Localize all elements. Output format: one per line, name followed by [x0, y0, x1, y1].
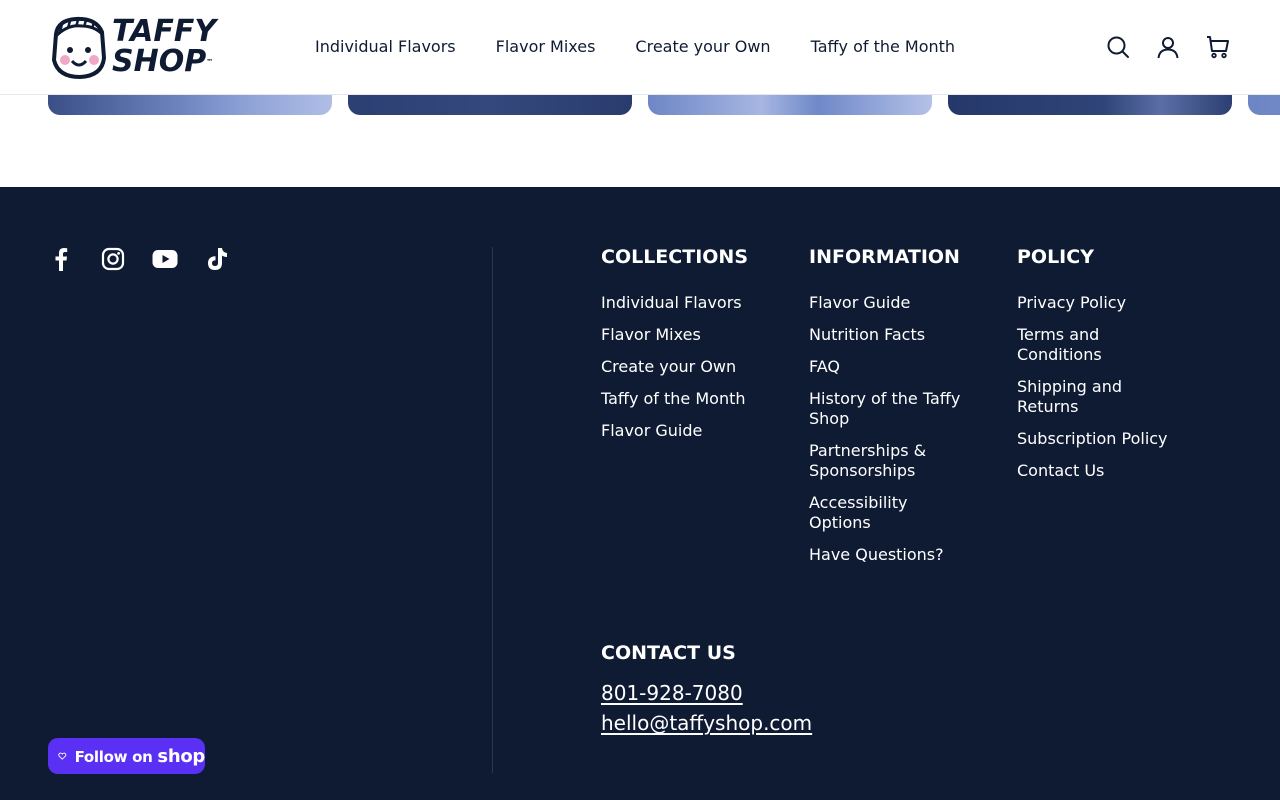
facebook-icon[interactable]	[48, 246, 74, 272]
footer-link-partnerships[interactable]: Partnerships & Sponsorships	[809, 441, 969, 481]
information-heading: INFORMATION	[809, 246, 960, 268]
footer-link-history[interactable]: History of the Taffy Shop	[809, 389, 969, 429]
footer-link-privacy-policy[interactable]: Privacy Policy	[1017, 293, 1177, 313]
footer-link-faq[interactable]: FAQ	[809, 357, 969, 377]
carousel-card[interactable]	[648, 95, 932, 115]
carousel-card[interactable]	[348, 95, 632, 115]
nav-taffy-of-the-month[interactable]: Taffy of the Month	[811, 36, 956, 58]
footer-link-have-questions[interactable]: Have Questions?	[809, 545, 969, 565]
footer-link-terms[interactable]: Terms and Conditions	[1017, 325, 1177, 365]
carousel-card[interactable]	[48, 95, 332, 115]
logo-line2: SHOP	[112, 44, 207, 79]
follow-label: Follow on shop	[74, 745, 206, 767]
footer-link-subscription-policy[interactable]: Subscription Policy	[1017, 429, 1177, 449]
footer-link-flavor-guide[interactable]: Flavor Guide	[601, 421, 761, 441]
youtube-icon[interactable]	[152, 246, 178, 272]
logo-trademark: ™	[206, 58, 214, 66]
cart-icon[interactable]	[1204, 33, 1232, 61]
taffy-shop-logo[interactable]: TAFFY SHOP™	[48, 14, 230, 80]
instagram-icon[interactable]	[100, 246, 126, 272]
footer-link-taffy-of-the-month[interactable]: Taffy of the Month	[601, 389, 761, 409]
footer-link-flavor-mixes[interactable]: Flavor Mixes	[601, 325, 761, 345]
account-icon[interactable]	[1154, 33, 1182, 61]
heart-icon	[58, 752, 67, 760]
footer-link-create-your-own[interactable]: Create your Own	[601, 357, 761, 377]
footer-link-accessibility[interactable]: Accessibility Options	[809, 493, 969, 533]
footer-link-contact-us[interactable]: Contact Us	[1017, 461, 1177, 481]
carousel-card[interactable]	[948, 95, 1232, 115]
logo-wordmark: TAFFY SHOP™	[112, 17, 216, 77]
product-carousel	[0, 95, 1280, 115]
nav-create-your-own[interactable]: Create your Own	[635, 36, 770, 58]
nav-flavor-mixes[interactable]: Flavor Mixes	[496, 36, 596, 58]
contact-phone-link[interactable]: 801-928-7080	[601, 679, 812, 707]
taffy-mascot-icon	[51, 16, 107, 80]
footer-divider	[492, 247, 493, 773]
carousel-card[interactable]	[1248, 95, 1280, 115]
follow-on-shop-button[interactable]: Follow on shop	[48, 738, 205, 774]
contact-heading: CONTACT US	[601, 642, 736, 664]
header-actions	[1082, 33, 1232, 61]
main-nav: Individual Flavors Flavor Mixes Create y…	[315, 36, 995, 58]
tiktok-icon[interactable]	[204, 246, 230, 272]
footer-link-shipping-returns[interactable]: Shipping and Returns	[1017, 377, 1177, 417]
policy-heading: POLICY	[1017, 246, 1094, 268]
site-header: TAFFY SHOP™ Individual Flavors Flavor Mi…	[0, 0, 1280, 95]
logo-line1: TAFFY	[112, 14, 217, 49]
search-icon[interactable]	[1104, 33, 1132, 61]
footer-link-individual-flavors[interactable]: Individual Flavors	[601, 293, 761, 313]
follow-label-prefix: Follow on	[74, 747, 158, 766]
social-links	[48, 246, 256, 272]
follow-label-brand: shop	[157, 745, 205, 767]
footer-policy: POLICY Privacy Policy Terms and Conditio…	[1017, 245, 1197, 493]
collections-heading: COLLECTIONS	[601, 246, 748, 268]
footer-contact: CONTACT US 801-928-7080 hello@taffyshop.…	[601, 641, 812, 739]
nav-individual-flavors[interactable]: Individual Flavors	[315, 36, 456, 58]
footer-link-nutrition-facts[interactable]: Nutrition Facts	[809, 325, 969, 345]
footer-collections: COLLECTIONS Individual Flavors Flavor Mi…	[601, 245, 781, 453]
contact-email-link[interactable]: hello@taffyshop.com	[601, 709, 812, 737]
footer-information: INFORMATION Flavor Guide Nutrition Facts…	[809, 245, 989, 577]
site-footer: COLLECTIONS Individual Flavors Flavor Mi…	[0, 187, 1280, 800]
footer-link-flavor-guide[interactable]: Flavor Guide	[809, 293, 969, 313]
